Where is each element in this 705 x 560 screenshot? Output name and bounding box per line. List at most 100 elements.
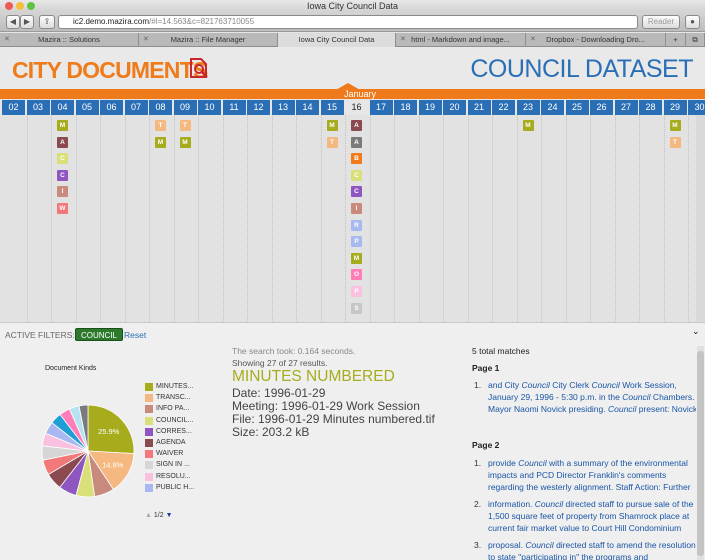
reader-button[interactable]: Reader xyxy=(642,15,680,29)
tab-markdown-image[interactable]: ✕ html - Markdown and image... xyxy=(396,33,526,47)
scrollbar-thumb[interactable] xyxy=(697,351,704,556)
new-tab-button[interactable]: + xyxy=(666,33,686,47)
day-14[interactable]: 14 xyxy=(296,100,320,115)
match-snippet[interactable]: 3. proposal. Council directed staff to am… xyxy=(474,540,696,560)
document-marker[interactable]: M xyxy=(522,120,534,131)
day-30[interactable]: 30 xyxy=(688,100,705,115)
day-05[interactable]: 05 xyxy=(75,100,100,115)
city-documents-logo[interactable]: CITY DOCUMENTS xyxy=(12,57,208,84)
legend-item[interactable]: MINUTES... xyxy=(145,382,235,393)
day-09[interactable]: 09 xyxy=(173,100,198,115)
document-marker[interactable]: P xyxy=(351,236,362,248)
document-marker[interactable]: W xyxy=(57,203,68,214)
document-marker[interactable]: A xyxy=(57,136,68,148)
timeline-scrollbar[interactable] xyxy=(696,115,705,322)
document-marker[interactable]: T xyxy=(326,136,338,148)
matches-scrollbar[interactable] xyxy=(697,346,704,560)
document-marker[interactable]: M xyxy=(57,120,68,131)
document-marker[interactable]: C xyxy=(351,186,362,198)
document-marker[interactable]: O xyxy=(351,269,362,281)
match-snippet[interactable]: 1. and City Council City Clerk Council Wo… xyxy=(474,380,696,415)
day-17[interactable]: 17 xyxy=(369,100,394,115)
document-marker[interactable]: P xyxy=(351,286,362,297)
day-15[interactable]: 15 xyxy=(320,100,345,115)
document-marker[interactable]: A xyxy=(351,136,362,148)
day-11[interactable]: 11 xyxy=(222,100,247,115)
legend-item[interactable]: PUBLIC H... xyxy=(145,483,235,494)
result-title[interactable]: MINUTES NUMBERED xyxy=(232,368,395,386)
back-arrow-icon[interactable]: ◀ xyxy=(6,15,20,29)
tab-close-icon[interactable]: ✕ xyxy=(143,33,149,47)
document-search-icon[interactable] xyxy=(188,57,210,79)
council-filter-badge[interactable]: COUNCIL xyxy=(75,328,124,341)
document-marker[interactable]: S xyxy=(351,302,362,314)
day-26[interactable]: 26 xyxy=(590,100,614,115)
day-21[interactable]: 21 xyxy=(467,100,492,115)
day-19[interactable]: 19 xyxy=(418,100,443,115)
day-24[interactable]: 24 xyxy=(541,100,565,115)
tab-close-icon[interactable]: ✕ xyxy=(4,33,10,47)
legend-item[interactable]: AGENDA xyxy=(145,438,235,449)
day-22[interactable]: 22 xyxy=(492,100,516,115)
legend-item[interactable]: TRANSC... xyxy=(145,393,235,404)
day-25[interactable]: 25 xyxy=(565,100,590,115)
legend-item[interactable]: COUNCIL... xyxy=(145,416,235,427)
downloads-icon[interactable]: ● xyxy=(685,15,700,29)
tab-close-icon[interactable]: ✕ xyxy=(530,33,536,47)
match-snippet[interactable]: 2. information. Council directed staff to… xyxy=(474,499,696,534)
minimize-window-icon[interactable] xyxy=(16,2,24,10)
day-02[interactable]: 02 xyxy=(2,100,26,115)
address-bar[interactable]: ic2.demo.mazira.com/#l=14.563&c=82176371… xyxy=(58,15,638,29)
document-marker[interactable]: C xyxy=(351,169,362,181)
day-10[interactable]: 10 xyxy=(198,100,222,115)
document-marker[interactable]: T xyxy=(669,136,681,148)
legend-item[interactable]: SIGN IN ... xyxy=(145,460,235,471)
forward-arrow-icon[interactable]: ▶ xyxy=(20,15,34,29)
document-marker[interactable]: C xyxy=(57,153,68,165)
pager-down-icon[interactable]: ▼ xyxy=(166,512,173,519)
document-marker[interactable]: I xyxy=(57,186,68,198)
day-03[interactable]: 03 xyxy=(26,100,51,115)
tab-mazira-solutions[interactable]: ✕ Mazira :: Solutions xyxy=(0,33,139,47)
day-28[interactable]: 28 xyxy=(639,100,663,115)
tab-iowa-city-council[interactable]: Iowa City Council Data xyxy=(278,33,396,47)
day-04[interactable]: 04 xyxy=(51,100,75,115)
zoom-window-icon[interactable] xyxy=(27,2,35,10)
day-20[interactable]: 20 xyxy=(443,100,467,115)
day-07[interactable]: 07 xyxy=(124,100,149,115)
document-marker[interactable]: M xyxy=(351,252,362,264)
document-marker[interactable]: A xyxy=(351,120,362,131)
match-snippet[interactable]: 1. provide Council with a summary of the … xyxy=(474,458,696,493)
document-kinds-pie-chart[interactable]: 25.9% 14.8% xyxy=(40,403,136,499)
document-marker[interactable]: C xyxy=(57,169,68,181)
document-marker[interactable]: M xyxy=(669,120,681,131)
day-12[interactable]: 12 xyxy=(247,100,271,115)
day-16[interactable]: 16 xyxy=(345,100,369,115)
document-marker[interactable]: T xyxy=(179,120,191,131)
legend-item[interactable]: CORRES... xyxy=(145,427,235,438)
document-marker[interactable]: B xyxy=(351,153,362,165)
reset-link[interactable]: Reset xyxy=(124,330,146,340)
pager-up-icon[interactable]: ▲ xyxy=(145,512,152,519)
document-marker[interactable]: M xyxy=(155,136,166,148)
tab-overview-icon[interactable]: ⧉ xyxy=(686,33,705,47)
close-window-icon[interactable] xyxy=(5,2,13,10)
document-marker[interactable]: M xyxy=(326,120,338,131)
chevron-down-icon[interactable]: ⌄ xyxy=(692,326,700,337)
document-marker[interactable]: M xyxy=(179,136,191,148)
legend-item[interactable]: WAIVER xyxy=(145,449,235,460)
day-29[interactable]: 29 xyxy=(663,100,688,115)
document-marker[interactable]: T xyxy=(155,120,166,131)
tab-close-icon[interactable]: ✕ xyxy=(400,33,406,47)
tab-file-manager[interactable]: ✕ Mazira :: File Manager xyxy=(139,33,278,47)
day-18[interactable]: 18 xyxy=(394,100,418,115)
legend-item[interactable]: RESOLU... xyxy=(145,472,235,483)
share-icon[interactable]: ⇪ xyxy=(39,15,55,29)
day-13[interactable]: 13 xyxy=(271,100,296,115)
document-marker[interactable]: R xyxy=(351,219,362,231)
legend-item[interactable]: INFO PA... xyxy=(145,404,235,415)
day-06[interactable]: 06 xyxy=(100,100,124,115)
document-marker[interactable]: I xyxy=(351,203,362,214)
day-08[interactable]: 08 xyxy=(149,100,173,115)
day-27[interactable]: 27 xyxy=(614,100,639,115)
